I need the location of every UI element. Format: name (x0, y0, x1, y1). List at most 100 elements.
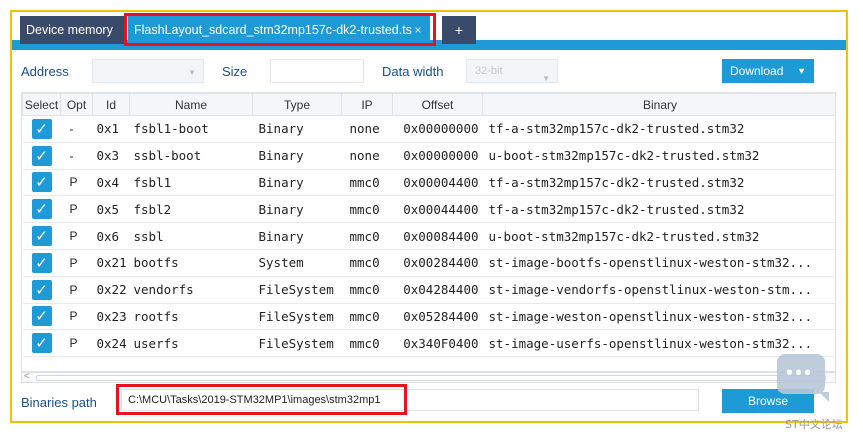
scrollbar-thumb[interactable] (36, 375, 826, 381)
tab-device-memory[interactable]: Device memory (20, 16, 124, 44)
add-tab-button[interactable]: + (442, 16, 476, 44)
table-row[interactable]: ✓ P 0x6 ssbl Binary mmc0 0x00084400 u-boot-stm3… (22, 222, 835, 250)
close-icon[interactable]: × (412, 16, 424, 44)
checkmark-icon[interactable]: ✓ (31, 306, 52, 327)
scroll-left-icon[interactable]: < (24, 371, 30, 382)
empty-cell (22, 356, 61, 371)
select-cell: ✓ (22, 168, 61, 197)
table-header-row: Select Opt Id Name Type IP Offset Binary (22, 93, 835, 116)
horizontal-scrollbar[interactable]: < (21, 371, 836, 383)
binaries-path-label: Binaries path (21, 395, 97, 410)
cell-opt: P (60, 195, 93, 224)
checkmark-icon[interactable]: ✓ (31, 279, 52, 300)
chevron-down-icon: ▼ (188, 68, 196, 77)
cell-binary: u-boot-stm32mp157c-dk2-trusted.stm32 (482, 141, 835, 170)
cell-name: ssbl-boot (129, 141, 253, 170)
cell-offset: 0x00004400 (392, 168, 483, 197)
table-row[interactable]: ✓ P 0x5 fsbl2 Binary mmc0 0x00044400 tf-a-stm32… (22, 195, 835, 224)
memory-toolbar: Address ▼ Size Data width 32-bit ▼ Downl… (12, 50, 846, 92)
cell-type: Binary (252, 141, 342, 170)
cell-offset: 0x00044400 (392, 195, 483, 224)
col-header-offset[interactable]: Offset (392, 93, 483, 116)
cell-id: 0x23 (92, 302, 130, 331)
col-header-ip[interactable]: IP (341, 93, 393, 116)
data-width-value: 32-bit (475, 65, 503, 77)
select-cell: ✓ (22, 248, 61, 277)
cell-ip: mmc0 (341, 248, 393, 277)
cell-name: vendorfs (129, 275, 253, 304)
tab-flash-layout[interactable]: FlashLayout_sdcard_stm32mp157c-dk2-trust… (128, 16, 430, 44)
empty-cell (341, 356, 393, 371)
col-header-name[interactable]: Name (129, 93, 253, 116)
cell-binary: tf-a-stm32mp157c-dk2-trusted.stm32 (482, 168, 835, 197)
table-row[interactable]: ✓ P 0x4 fsbl1 Binary mmc0 0x00004400 tf-a-stm32… (22, 168, 835, 197)
chat-bubble-icon[interactable]: ••• (777, 354, 829, 402)
select-cell: ✓ (22, 222, 61, 250)
cell-id: 0x3 (92, 141, 130, 170)
address-select[interactable]: ▼ (92, 59, 204, 83)
cell-ip: mmc0 (341, 275, 393, 304)
cell-binary: st-image-userfs-openstlinux-weston-stm32… (482, 329, 835, 358)
cell-offset: 0x04284400 (392, 275, 483, 304)
select-cell: ✓ (22, 275, 61, 304)
cell-type: Binary (252, 168, 342, 197)
chevron-down-icon[interactable]: ▼ (797, 59, 806, 83)
col-header-opt[interactable]: Opt (60, 93, 93, 116)
table-row[interactable]: ✓ P 0x23 rootfs FileSystem mmc0 0x05284400 st-i… (22, 302, 835, 331)
data-width-label: Data width (382, 64, 444, 79)
tab-bar: Device memory FlashLayout_sdcard_stm32mp… (12, 12, 846, 50)
cell-opt: - (60, 115, 93, 143)
table-row[interactable]: ✓ -0x1 fsbl1-boot Binary none 0x00000000 tf-a-… (22, 115, 835, 143)
cell-name: fsbl2 (129, 195, 253, 224)
data-width-select[interactable]: 32-bit ▼ (466, 59, 558, 83)
table-row[interactable]: ✓ -0x3 ssbl-boot Binary none 0x00000000 u-boot… (22, 141, 835, 170)
cell-ip: none (341, 141, 393, 170)
cell-name: fsbl1-boot (129, 115, 253, 143)
checkmark-icon[interactable]: ✓ (31, 172, 52, 193)
table-row[interactable]: ✓ P 0x22 vendorfs FileSystem mmc0 0x04284400 st… (22, 275, 835, 304)
empty-cell (252, 356, 342, 371)
select-cell: ✓ (22, 195, 61, 224)
address-label: Address (21, 64, 69, 79)
cell-id: 0x22 (92, 275, 130, 304)
empty-cell (129, 356, 253, 371)
cell-offset: 0x340F0400 (392, 329, 483, 358)
chat-dots: ••• (786, 362, 814, 384)
cell-id: 0x24 (92, 329, 130, 358)
cell-offset: 0x00284400 (392, 248, 483, 277)
checkmark-icon[interactable]: ✓ (31, 333, 52, 354)
table-row[interactable]: ✓ P 0x24 userfs FileSystem mmc0 0x340F0400 st-i… (22, 329, 835, 358)
chevron-down-icon: ▼ (542, 74, 550, 83)
select-cell: ✓ (22, 141, 61, 170)
table-row[interactable]: ✓ P 0x21 bootfs System mmc0 0x00284400 st-image… (22, 248, 835, 277)
cell-binary: tf-a-stm32mp157c-dk2-trusted.stm32 (482, 115, 835, 143)
binaries-path-input[interactable]: C:\MCU\Tasks\2019-STM32MP1\images\stm32m… (121, 389, 699, 411)
checkmark-icon[interactable]: ✓ (31, 145, 52, 166)
size-input[interactable] (270, 59, 364, 83)
cell-opt: P (60, 168, 93, 197)
download-button[interactable]: Download ▼ (722, 59, 814, 83)
checkmark-icon[interactable]: ✓ (31, 252, 52, 273)
cell-offset: 0x00084400 (392, 222, 483, 250)
cell-binary: st-image-vendorfs-openstlinux-weston-stm… (482, 275, 835, 304)
cell-opt: P (60, 302, 93, 331)
checkmark-icon[interactable]: ✓ (31, 226, 52, 247)
checkmark-icon[interactable]: ✓ (31, 199, 52, 220)
cell-binary: tf-a-stm32mp157c-dk2-trusted.stm32 (482, 195, 835, 224)
col-header-select[interactable]: Select (22, 93, 61, 116)
checkmark-icon[interactable]: ✓ (31, 118, 52, 139)
col-header-id[interactable]: Id (92, 93, 130, 116)
empty-cell (92, 356, 130, 371)
cell-type: Binary (252, 222, 342, 250)
col-header-type[interactable]: Type (252, 93, 342, 116)
cell-opt: P (60, 222, 93, 250)
empty-cell (60, 356, 93, 371)
select-cell: ✓ (22, 302, 61, 331)
cell-binary: st-image-weston-openstlinux-weston-stm32… (482, 302, 835, 331)
cell-ip: mmc0 (341, 302, 393, 331)
cell-id: 0x21 (92, 248, 130, 277)
empty-row (22, 356, 835, 371)
cell-type: FileSystem (252, 275, 342, 304)
col-header-binary[interactable]: Binary (482, 93, 835, 116)
select-cell: ✓ (22, 329, 61, 358)
